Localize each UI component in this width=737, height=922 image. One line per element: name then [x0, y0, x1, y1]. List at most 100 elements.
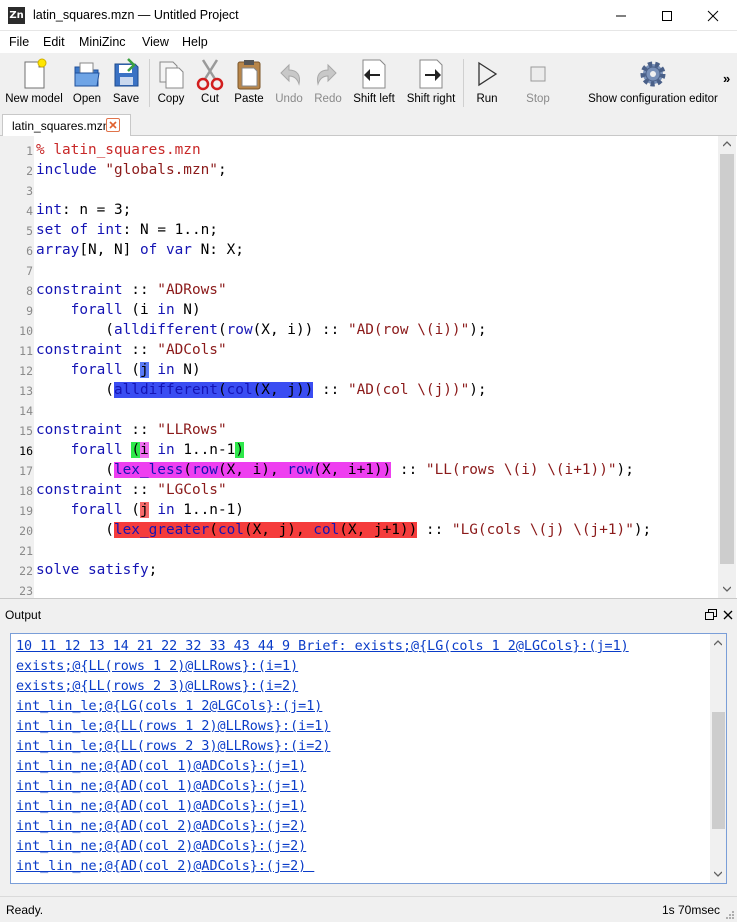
minimize-button[interactable]	[598, 0, 644, 31]
output-panel[interactable]: 10 11 12 13 14 21 22 32 33 43 44 9 Brief…	[10, 633, 727, 884]
shift-left-icon	[362, 59, 386, 89]
code-line-8: constraint :: "ADRows"	[36, 282, 227, 298]
redo-button[interactable]: Redo	[311, 57, 345, 111]
window-title: latin_squares.mzn — Untitled Project	[33, 8, 239, 22]
gear-icon	[640, 61, 666, 87]
code-line-18: constraint :: "LGCols"	[36, 482, 227, 498]
line-number: 19	[19, 504, 33, 518]
paste-clipboard-icon	[237, 60, 261, 90]
tab-close-button[interactable]	[106, 118, 120, 132]
cut-button[interactable]: Cut	[194, 57, 226, 111]
save-button[interactable]: Save	[108, 57, 144, 111]
output-link[interactable]: exists;@{LL(rows 2 3)@LLRows}:(i=2)	[16, 677, 298, 697]
line-number: 1	[26, 144, 33, 158]
maximize-button[interactable]	[644, 0, 690, 31]
line-number: 10	[19, 324, 33, 338]
line-number: 14	[19, 404, 33, 418]
line-number: 17	[19, 464, 33, 478]
code-editor[interactable]: 1 2 3 4 5 6 7 8 9 10 11 12 13 14 15 16 1…	[0, 136, 737, 599]
line-number: 3	[26, 184, 33, 198]
line-number: 13	[19, 384, 33, 398]
line-number: 2	[26, 164, 33, 178]
output-link[interactable]: int_lin_le;@{LL(rows 2 3)@LLRows}:(i=2)	[16, 737, 330, 757]
output-link[interactable]: int_lin_ne;@{AD(col 2)@ADCols}:(j=2)	[16, 837, 306, 857]
toolbar: New model Open Save Copy Cut Paste Undo …	[0, 53, 737, 141]
line-number: 12	[19, 364, 33, 378]
paste-button[interactable]: Paste	[232, 57, 266, 111]
shift-right-icon	[419, 59, 443, 89]
output-link[interactable]: int_lin_le;@{LG(cols 1 2@LGCols}:(j=1)	[16, 697, 322, 717]
close-window-button[interactable]	[690, 0, 736, 31]
line-number: 9	[26, 304, 33, 318]
scroll-down-icon	[714, 871, 722, 877]
code-line-1: % latin_squares.mzn	[36, 142, 201, 158]
output-link[interactable]: 10 11 12 13 14 21 22 32 33 43 44 9 Brief…	[16, 637, 629, 657]
stop-button[interactable]: Stop	[522, 57, 554, 111]
tab-latin-squares[interactable]: latin_squares.mzn	[2, 114, 131, 137]
open-folder-icon	[74, 62, 100, 87]
line-number: 4	[26, 204, 33, 218]
undock-button[interactable]	[705, 609, 717, 621]
output-scrollbar-thumb[interactable]	[712, 712, 725, 829]
code-line-22: solve satisfy;	[36, 562, 158, 578]
show-configuration-editor-button[interactable]: Show configuration editor	[588, 57, 718, 111]
line-number: 5	[26, 224, 33, 238]
copy-button[interactable]: Copy	[154, 57, 188, 111]
resize-grip-icon[interactable]	[725, 910, 735, 920]
new-model-button[interactable]: New model	[5, 57, 63, 111]
menu-minizinc[interactable]: MiniZinc	[79, 35, 126, 49]
code-line-11: constraint :: "ADCols"	[36, 342, 227, 358]
close-icon	[723, 610, 733, 620]
code-line-12: forall (j in N)	[70, 362, 201, 378]
code-line-5: set of int: N = 1..n;	[36, 222, 218, 238]
output-link[interactable]: int_lin_ne;@{AD(col 1)@ADCols}:(j=1)	[16, 777, 306, 797]
tab-label: latin_squares.mzn	[12, 119, 110, 133]
save-disk-icon	[114, 58, 139, 87]
code-line-16: forall (i in 1..n-1)	[70, 442, 244, 458]
output-dock-header: Output	[0, 604, 737, 626]
editor-scrollbar[interactable]	[718, 136, 736, 598]
code-line-20: (lex_greater(col(X, j), col(X, j+1)) :: …	[36, 522, 652, 538]
editor-scrollbar-thumb[interactable]	[720, 154, 734, 564]
output-link[interactable]: exists;@{LL(rows 1 2)@LLRows}:(i=1)	[16, 657, 298, 677]
line-number: 18	[19, 484, 33, 498]
run-play-icon	[478, 61, 498, 87]
line-number: 23	[19, 584, 33, 598]
menu-bar: File Edit MiniZinc View Help	[0, 31, 737, 53]
shift-left-button[interactable]: Shift left	[351, 57, 397, 111]
code-line-9: forall (i in N)	[70, 302, 201, 318]
output-link[interactable]: int_lin_ne;@{AD(col 1)@ADCols}:(j=1)	[16, 757, 306, 777]
menu-file[interactable]: File	[9, 35, 29, 49]
line-number-current: 16	[19, 444, 33, 458]
open-button[interactable]: Open	[68, 57, 106, 111]
shift-right-button[interactable]: Shift right	[405, 57, 457, 111]
run-button[interactable]: Run	[472, 57, 502, 111]
elapsed-time: 1s 70msec	[662, 903, 721, 917]
output-link[interactable]: int_lin_ne;@{AD(col 2)@ADCols}:(j=2)	[16, 817, 306, 837]
maximize-icon	[662, 10, 672, 21]
title-bar: Zn latin_squares.mzn — Untitled Project	[0, 0, 737, 31]
menu-help[interactable]: Help	[182, 35, 208, 49]
toolbar-overflow-button[interactable]: »	[723, 71, 730, 86]
undo-arrow-icon	[280, 63, 300, 86]
code-line-19: forall (j in 1..n-1)	[70, 502, 244, 518]
line-number: 15	[19, 424, 33, 438]
output-link[interactable]: int_lin_le;@{LL(rows 1 2)@LLRows}:(i=1)	[16, 717, 330, 737]
output-link[interactable]: int_lin_ne;@{AD(col 2)@ADCols}:(j=2)	[16, 857, 314, 877]
output-scrollbar[interactable]	[710, 634, 726, 883]
line-number: 8	[26, 284, 33, 298]
output-link[interactable]: int_lin_ne;@{AD(col 1)@ADCols}:(j=1)	[16, 797, 306, 817]
line-number: 22	[19, 564, 33, 578]
menu-view[interactable]: View	[142, 35, 169, 49]
line-number-gutter: 1 2 3 4 5 6 7 8 9 10 11 12 13 14 15 16 1…	[0, 136, 34, 598]
scissors-icon	[196, 59, 224, 91]
code-line-10: (alldifferent(row(X, i)) :: "AD(row \(i)…	[36, 322, 487, 338]
undo-button[interactable]: Undo	[272, 57, 306, 111]
status-bar: Ready. 1s 70msec	[0, 896, 737, 922]
close-icon	[109, 121, 117, 129]
code-line-15: constraint :: "LLRows"	[36, 422, 227, 438]
menu-edit[interactable]: Edit	[43, 35, 65, 49]
toolbar-separator	[149, 59, 150, 107]
line-number: 11	[19, 344, 33, 358]
close-output-button[interactable]	[722, 609, 734, 621]
